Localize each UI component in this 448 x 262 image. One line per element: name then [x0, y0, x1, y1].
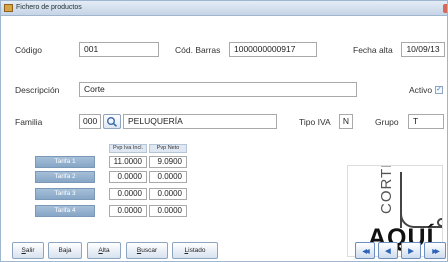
familia-label: Familia: [15, 117, 43, 127]
first-record-button[interactable]: ◀◀: [355, 242, 375, 259]
tarifa-4-pvp-neto[interactable]: 0.0000: [149, 205, 187, 217]
tarifa-2-pvp-neto[interactable]: 0.0000: [149, 171, 187, 183]
activo-checkbox[interactable]: ✓: [435, 86, 443, 94]
chevron-left-icon: ◀: [385, 248, 391, 255]
descripcion-label: Descripción: [15, 85, 60, 95]
salir-label: alir: [25, 247, 35, 254]
salir-button[interactable]: Salir: [12, 242, 44, 259]
listado-button[interactable]: Listado: [172, 242, 218, 259]
logo-text-corte: CORTE: [378, 165, 395, 214]
tipo-iva-label: Tipo IVA: [299, 117, 331, 127]
codigo-label: Código: [15, 45, 42, 55]
app-icon: [4, 4, 13, 12]
tarifa-4-label: Tarifa 4: [35, 205, 95, 217]
grupo-label: Grupo: [375, 117, 399, 127]
tarifa-2-pvp-iva[interactable]: 0.0000: [109, 171, 147, 183]
next-record-button[interactable]: ▶: [401, 242, 421, 259]
search-icon: [107, 117, 118, 127]
familia-code-field[interactable]: 000: [79, 114, 101, 129]
title-bar[interactable]: Fichero de productos: [1, 1, 447, 16]
tarifa-1-pvp-neto[interactable]: 9.0900: [149, 156, 187, 168]
familia-search-button[interactable]: [103, 114, 121, 129]
grupo-field[interactable]: T: [408, 114, 444, 129]
tarifa-2-label: Tarifa 2: [35, 171, 95, 183]
alta-button[interactable]: Alta: [87, 242, 121, 259]
tarifa-1-label: Tarifa 1: [35, 156, 95, 168]
tarifa-1-pvp-iva[interactable]: 11.0000: [109, 156, 147, 168]
buscar-button[interactable]: Buscar: [126, 242, 168, 259]
familia-name-field[interactable]: PELUQUERÍA: [123, 114, 277, 129]
alta-label: lta: [102, 247, 110, 254]
tarifa-3-pvp-neto[interactable]: 0.0000: [149, 188, 187, 200]
last-record-button[interactable]: ▶▶: [424, 242, 446, 259]
chevron-right-icon: ▶: [408, 248, 414, 255]
tipo-iva-field[interactable]: N: [339, 114, 353, 129]
activo-label: Activo: [409, 85, 433, 95]
baja-label: Baja: [58, 247, 72, 254]
tarifa-3-label: Tarifa 3: [35, 188, 95, 200]
baja-button[interactable]: Baja: [48, 242, 82, 259]
cod-barras-field[interactable]: 1000000000917: [229, 42, 317, 57]
double-chevron-right-icon: ▶▶: [432, 249, 439, 255]
product-file-window: Fichero de productos Código 001 Cód. Bar…: [0, 0, 448, 262]
tarifa-3-pvp-iva[interactable]: 0.0000: [109, 188, 147, 200]
codigo-field[interactable]: 001: [79, 42, 159, 57]
cod-barras-label: Cód. Barras: [175, 45, 221, 55]
listado-label: istado: [188, 247, 206, 254]
column-header-pvp-iva: Pvp Iva Incl.: [109, 144, 147, 153]
fecha-alta-field[interactable]: 10/09/13: [401, 42, 445, 57]
buscar-label: uscar: [141, 247, 158, 254]
descripcion-field[interactable]: Corte: [79, 82, 357, 97]
double-chevron-left-icon: ◀◀: [362, 249, 369, 255]
column-header-pvp-neto: Pvp Neto: [149, 144, 187, 153]
logo-dot: [437, 218, 442, 227]
close-icon[interactable]: [443, 4, 447, 13]
tarifa-4-pvp-iva[interactable]: 0.0000: [109, 205, 147, 217]
prev-record-button[interactable]: ◀: [378, 242, 398, 259]
fecha-alta-label: Fecha alta: [353, 45, 393, 55]
window-title: Fichero de productos: [16, 4, 82, 11]
